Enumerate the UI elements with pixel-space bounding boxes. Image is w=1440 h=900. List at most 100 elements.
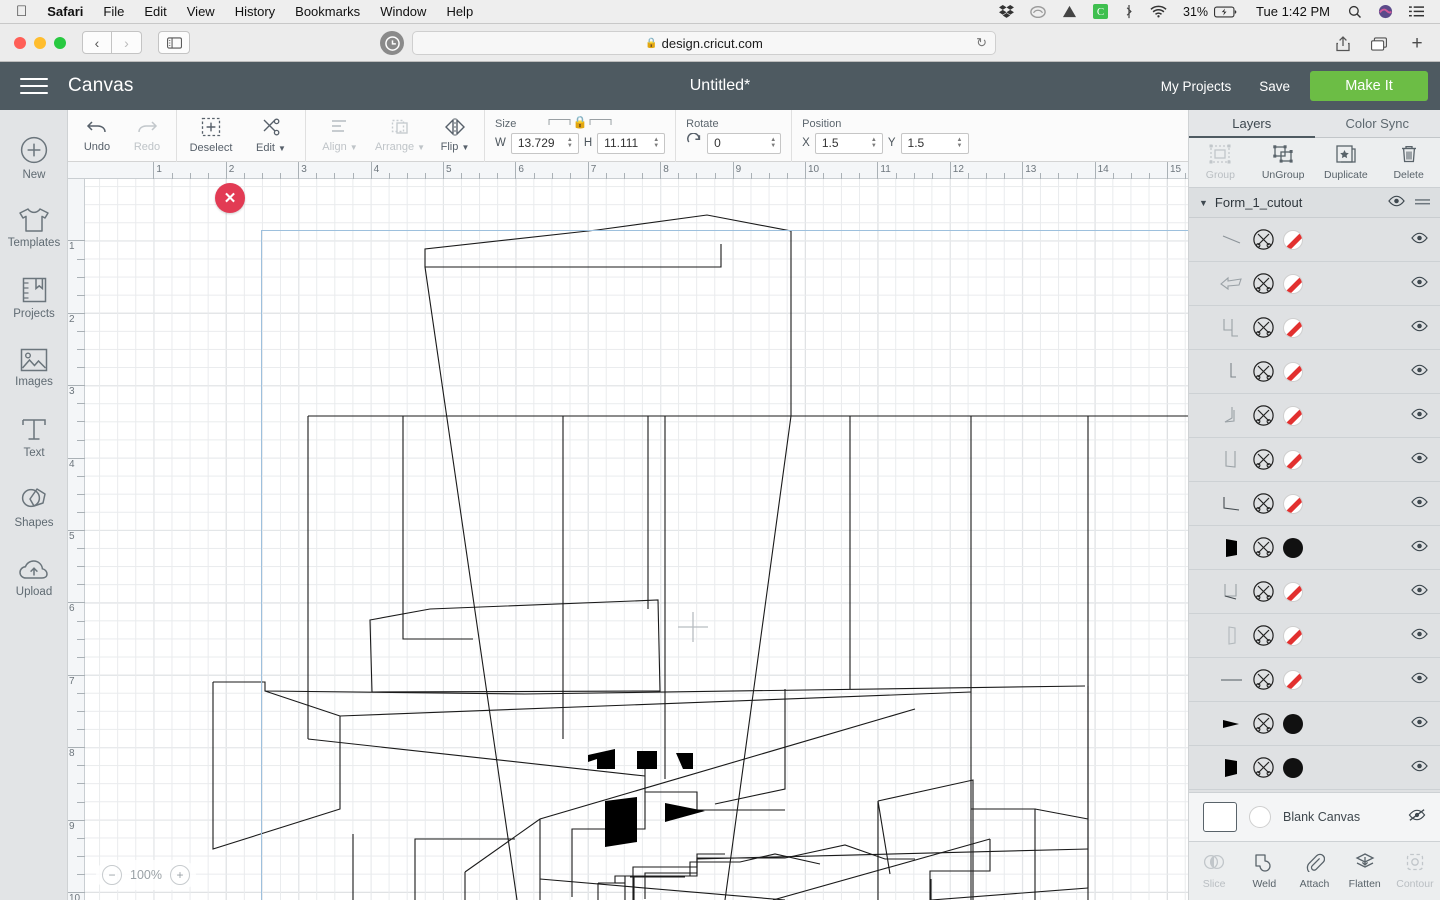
menu-item-safari[interactable]: Safari [37,0,93,24]
layer-eye-icon[interactable] [1411,319,1428,337]
layer-color-swatch[interactable] [1283,405,1303,426]
layer-color-swatch[interactable] [1283,625,1303,646]
make-it-button[interactable]: Make It [1310,71,1428,101]
maximize-window-button[interactable] [54,36,66,49]
cut-scissors-icon[interactable] [1253,536,1275,559]
creative-cloud-icon[interactable] [1022,0,1054,24]
width-field[interactable] [517,136,562,150]
layer-row[interactable] [1189,262,1440,306]
rail-item-new[interactable]: New [0,122,68,192]
menu-item-file[interactable]: File [93,0,134,24]
layer-eye-icon[interactable] [1411,451,1428,469]
layer-color-swatch[interactable] [1283,581,1303,602]
layer-list[interactable] [1189,218,1440,792]
rotate-field[interactable] [714,136,767,150]
layer-row[interactable] [1189,394,1440,438]
layer-row[interactable] [1189,482,1440,526]
address-bar[interactable]: 🔒 design.cricut.com ↻ [412,31,996,55]
pos-x-stepper[interactable]: ▲ ▼ [868,137,880,149]
slice-button[interactable]: Slice [1189,852,1239,890]
menu-item-view[interactable]: View [177,0,225,24]
group-button[interactable]: Group [1189,138,1252,187]
layer-eye-icon[interactable] [1411,275,1428,293]
tab-layers[interactable]: Layers [1189,110,1315,138]
hamburger-menu-icon[interactable] [20,78,48,94]
layer-eye-icon[interactable] [1411,627,1428,645]
ungroup-button[interactable]: UnGroup [1252,138,1315,187]
tab-color-sync[interactable]: Color Sync [1314,110,1440,138]
back-button[interactable]: ‹ [82,31,112,54]
layer-eye-icon[interactable] [1411,231,1428,249]
close-window-button[interactable] [14,36,26,49]
cut-scissors-icon[interactable] [1253,316,1275,339]
cut-scissors-icon[interactable] [1253,492,1275,515]
cricut-icon[interactable]: C [1085,0,1116,24]
zoom-control[interactable]: − 100% + [96,860,196,890]
layer-row[interactable] [1189,702,1440,746]
lock-aspect-ratio[interactable]: 🔒 [548,115,612,129]
cut-scissors-icon[interactable] [1253,272,1275,295]
layer-eye-icon[interactable] [1411,407,1428,425]
layer-menu-icon[interactable] [1415,194,1430,212]
cut-scissors-icon[interactable] [1253,448,1275,471]
rail-item-images[interactable]: Images [0,332,68,402]
duplicate-button[interactable]: Duplicate [1315,138,1378,187]
layer-row[interactable] [1189,526,1440,570]
arrange-button[interactable]: Arrange ▼ [370,110,430,162]
delete-selection-button[interactable]: ✕ [215,183,245,213]
layer-eye-icon[interactable] [1411,759,1428,777]
rail-item-upload[interactable]: Upload [0,542,68,612]
layer-color-swatch[interactable] [1283,669,1303,690]
bluetooth-icon[interactable] [1116,0,1142,24]
menu-item-history[interactable]: History [225,0,285,24]
design-canvas-area[interactable]: 1 2 3 4 5 6 7 8 9 10 11 12 13 14 15 1 2 3 4 5 6 7 8 9 10 [68,162,1188,900]
menu-item-bookmarks[interactable]: Bookmarks [285,0,370,24]
pos-y-stepper[interactable]: ▲ ▼ [954,137,966,149]
layer-eye-icon[interactable] [1411,363,1428,381]
layer-color-swatch[interactable] [1283,537,1303,558]
layer-eye-icon[interactable] [1411,671,1428,689]
layer-row[interactable] [1189,658,1440,702]
width-stepper[interactable]: ▲ ▼ [564,137,576,149]
layer-row[interactable] [1189,218,1440,262]
pos-x-field[interactable] [821,136,866,150]
save-button[interactable]: Save [1245,79,1304,94]
search-icon[interactable] [1340,0,1370,24]
contour-button[interactable]: Contour [1390,852,1440,890]
attach-button[interactable]: Attach [1289,852,1339,890]
google-drive-icon[interactable] [1054,0,1085,24]
layer-color-swatch[interactable] [1283,229,1303,250]
blank-canvas-row[interactable]: Blank Canvas [1189,792,1440,842]
cut-scissors-icon[interactable] [1253,228,1275,251]
layer-row[interactable] [1189,306,1440,350]
layer-eye-icon[interactable] [1411,495,1428,513]
rotate-input[interactable]: ▲▼ [707,132,782,154]
reader-view-icon[interactable] [380,31,404,55]
layer-color-swatch[interactable] [1283,493,1303,514]
cut-scissors-icon[interactable] [1253,624,1275,647]
new-tab-icon[interactable]: + [1400,32,1430,55]
redo-button[interactable]: Redo [122,110,172,162]
layer-row[interactable] [1189,746,1440,790]
notification-center-icon[interactable] [1401,0,1432,24]
my-projects-link[interactable]: My Projects [1147,79,1246,94]
cut-scissors-icon[interactable] [1253,712,1275,735]
canvas-grid[interactable] [85,179,1188,900]
layer-color-swatch[interactable] [1283,273,1303,294]
cut-scissors-icon[interactable] [1253,756,1275,779]
canvas-color-circle[interactable] [1249,806,1271,828]
edit-button[interactable]: Edit ▼ [241,110,301,162]
height-input[interactable]: ▲▼ [597,132,666,154]
zoom-out-button[interactable]: − [102,865,122,885]
flip-button[interactable]: Flip ▼ [430,110,480,162]
minimize-window-button[interactable] [34,36,46,49]
flatten-button[interactable]: Flatten [1340,852,1390,890]
cut-scissors-icon[interactable] [1253,360,1275,383]
layer-color-swatch[interactable] [1283,757,1303,778]
pos-y-input[interactable]: ▲▼ [900,132,969,154]
layer-row[interactable] [1189,350,1440,394]
layer-row[interactable] [1189,438,1440,482]
delete-button[interactable]: Delete [1377,138,1440,187]
layer-color-swatch[interactable] [1283,449,1303,470]
share-icon[interactable] [1328,32,1358,55]
